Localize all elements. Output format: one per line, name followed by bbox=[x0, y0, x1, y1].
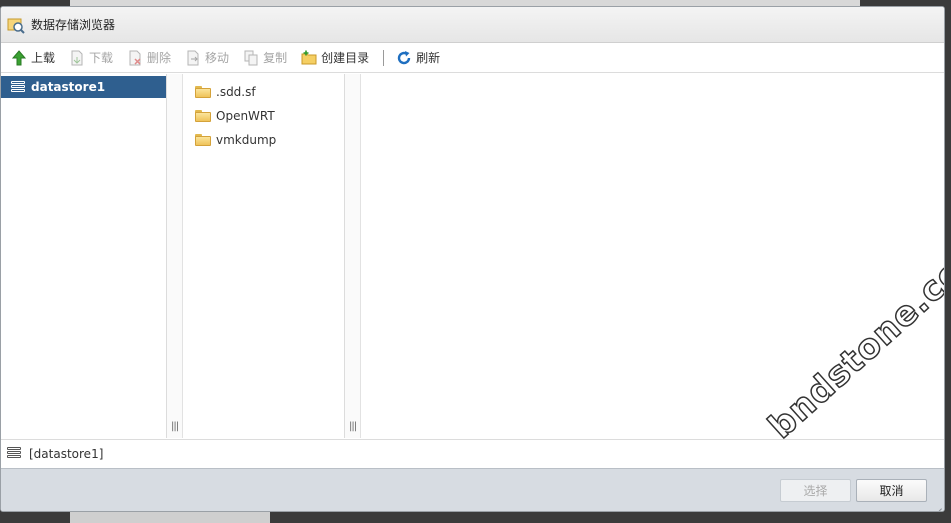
copy-button[interactable]: 复制 bbox=[243, 49, 287, 66]
pane-splitter[interactable]: ||| bbox=[167, 74, 183, 438]
toolbar: 上载 下载 删除 移动 复制 创建目录 刷新 bbox=[1, 43, 944, 73]
download-label: 下载 bbox=[89, 51, 114, 65]
toolbar-divider bbox=[383, 49, 385, 66]
folder-icon bbox=[195, 86, 211, 98]
splitter-grip-icon[interactable]: ||| bbox=[171, 421, 179, 432]
folder-list: .sdd.sf OpenWRT vmkdump bbox=[183, 74, 345, 438]
move-file-icon bbox=[185, 50, 201, 66]
download-file-icon bbox=[69, 50, 85, 66]
select-button[interactable]: 选择 bbox=[780, 479, 851, 502]
resize-handle-icon[interactable] bbox=[934, 501, 942, 509]
upload-arrow-icon bbox=[11, 49, 27, 66]
folder-icon bbox=[195, 134, 211, 146]
folder-item[interactable]: vmkdump bbox=[183, 128, 344, 152]
dialog-title: 数据存储浏览器 bbox=[31, 18, 116, 32]
datastore-browser-dialog: 数据存储浏览器 上载 下载 删除 移动 复制 创建目录 刷新 datastore… bbox=[0, 6, 945, 512]
datastore-name: datastore1 bbox=[31, 80, 106, 94]
refresh-icon bbox=[396, 50, 412, 66]
datastore-icon bbox=[7, 447, 21, 460]
copy-label: 复制 bbox=[263, 51, 288, 65]
datastore-browser-icon bbox=[7, 16, 25, 34]
copy-file-icon bbox=[243, 50, 259, 66]
cancel-button[interactable]: 取消 bbox=[856, 479, 927, 502]
move-button[interactable]: 移动 bbox=[185, 49, 229, 66]
upload-button[interactable]: 上载 bbox=[11, 49, 55, 66]
new-folder-icon bbox=[301, 50, 317, 66]
refresh-button[interactable]: 刷新 bbox=[396, 49, 440, 66]
dialog-footer: 选择 取消 bbox=[1, 468, 944, 511]
upload-label: 上载 bbox=[31, 51, 56, 65]
delete-button[interactable]: 删除 bbox=[127, 49, 171, 66]
current-path: [datastore1] bbox=[29, 446, 104, 461]
create-directory-button[interactable]: 创建目录 bbox=[301, 49, 369, 66]
move-label: 移动 bbox=[205, 51, 230, 65]
folder-name: vmkdump bbox=[216, 133, 277, 147]
folder-item[interactable]: OpenWRT bbox=[183, 104, 344, 128]
folder-item[interactable]: .sdd.sf bbox=[183, 80, 344, 104]
datastore-item[interactable]: datastore1 bbox=[1, 76, 166, 98]
folder-name: .sdd.sf bbox=[216, 85, 256, 99]
splitter-grip-icon[interactable]: ||| bbox=[349, 421, 357, 432]
dialog-titlebar[interactable]: 数据存储浏览器 bbox=[1, 7, 944, 43]
current-path-bar: [datastore1] bbox=[1, 439, 944, 467]
folder-icon bbox=[195, 110, 211, 122]
refresh-label: 刷新 bbox=[416, 51, 441, 65]
datastore-icon bbox=[11, 80, 25, 94]
delete-label: 删除 bbox=[147, 51, 172, 65]
create-directory-label: 创建目录 bbox=[321, 51, 370, 65]
folder-name: OpenWRT bbox=[216, 109, 275, 123]
delete-file-icon bbox=[127, 50, 143, 66]
datastore-list: datastore1 bbox=[1, 74, 167, 438]
pane-splitter[interactable]: ||| bbox=[345, 74, 361, 438]
download-button[interactable]: 下载 bbox=[69, 49, 113, 66]
